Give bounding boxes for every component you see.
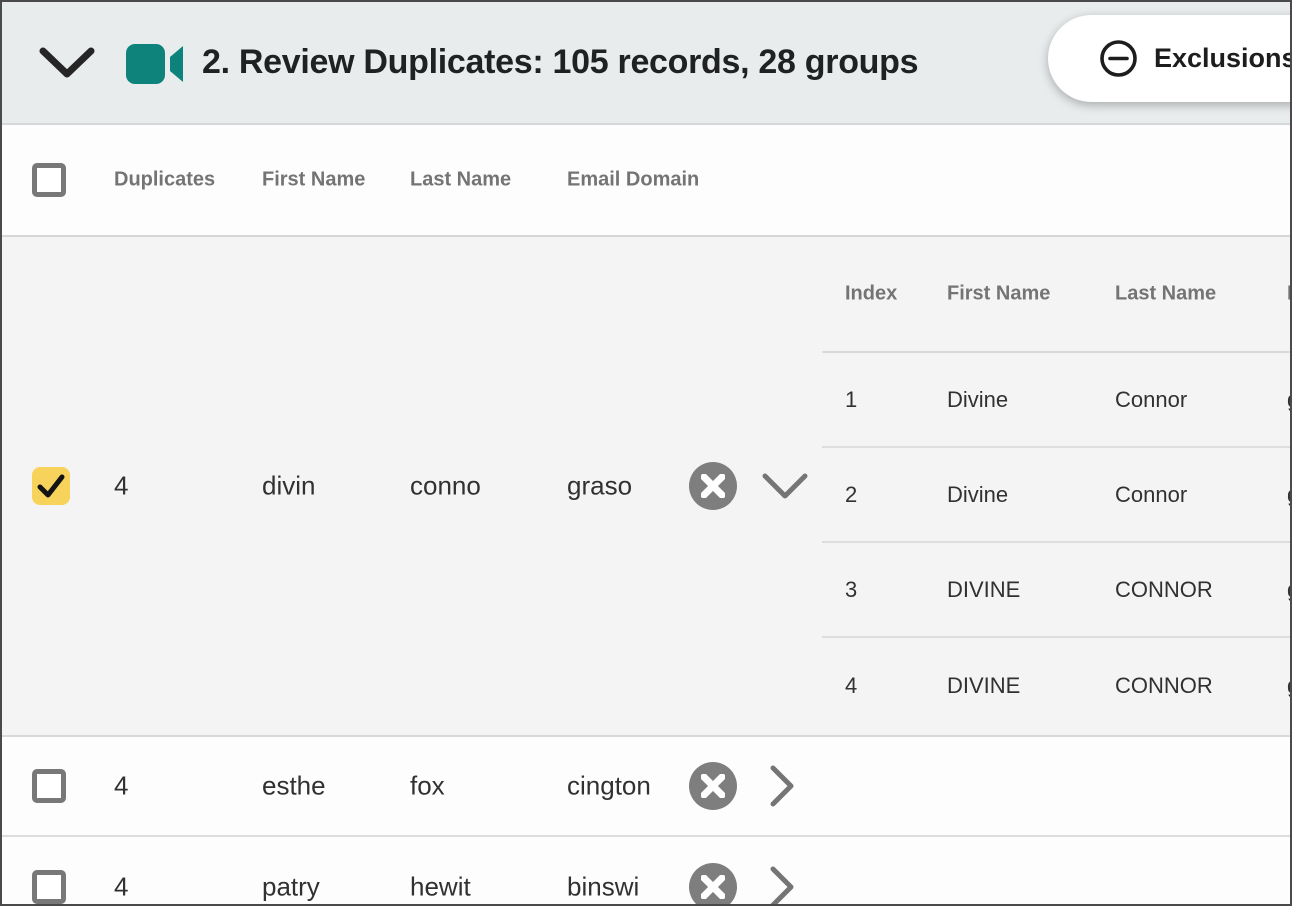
chevron-right-icon <box>770 866 796 906</box>
detail-first-name-cell: Divine <box>947 482 1008 508</box>
exclusions-label: Exclusions <box>1154 43 1292 74</box>
detail-column-last-name: Last Name <box>1115 283 1216 306</box>
collapse-section-button[interactable] <box>38 42 96 86</box>
column-header-duplicates: Duplicates <box>114 169 215 192</box>
videocam-icon <box>126 40 184 93</box>
row-checkbox[interactable] <box>32 769 66 803</box>
app-window: 2. Review Duplicates: 105 records, 28 gr… <box>0 0 1292 906</box>
duplicates-table-header: Duplicates First Name Last Name Email Do… <box>2 125 1290 237</box>
last-name-cell: fox <box>410 771 445 802</box>
detail-email-domain-cell: g <box>1287 577 1292 603</box>
detail-index-cell: 4 <box>845 673 857 699</box>
first-name-cell: divin <box>262 471 315 502</box>
row-checkbox[interactable] <box>32 870 66 904</box>
select-all-checkbox[interactable] <box>32 163 66 197</box>
email-domain-cell: cington <box>567 771 651 802</box>
detail-index-cell: 2 <box>845 482 857 508</box>
expand-row-button[interactable] <box>770 866 796 906</box>
page-title: 2. Review Duplicates: 105 records, 28 gr… <box>202 2 918 123</box>
row-checkbox-checked[interactable] <box>32 467 70 505</box>
detail-row: 1 Divine Connor g <box>822 353 1290 448</box>
detail-row: 3 DIVINE CONNOR g <box>822 543 1290 638</box>
duplicates-count-cell: 4 <box>114 872 128 903</box>
email-domain-cell: graso <box>567 471 632 502</box>
detail-index-cell: 1 <box>845 387 857 413</box>
detail-last-name-cell: CONNOR <box>1115 577 1213 603</box>
minus-circle-icon <box>1098 38 1139 79</box>
detail-first-name-cell: Divine <box>947 387 1008 413</box>
column-header-first-name: First Name <box>262 169 365 192</box>
exclusions-button[interactable]: Exclusions <box>1048 15 1292 102</box>
exclude-group-button[interactable] <box>689 462 737 510</box>
duplicates-count-cell: 4 <box>114 471 128 502</box>
exclude-group-button[interactable] <box>689 863 737 906</box>
exclude-group-button[interactable] <box>689 762 737 810</box>
column-header-last-name: Last Name <box>410 169 511 192</box>
detail-last-name-cell: CONNOR <box>1115 673 1213 699</box>
x-icon <box>701 875 725 899</box>
checkmark-icon <box>37 474 65 498</box>
email-domain-cell: binswi <box>567 872 639 903</box>
expand-row-button[interactable] <box>770 765 796 807</box>
first-name-cell: patry <box>262 872 320 903</box>
detail-email-domain-cell: g <box>1287 482 1292 508</box>
detail-row: 4 DIVINE CONNOR g <box>822 638 1290 733</box>
chevron-down-icon <box>762 473 808 499</box>
last-name-cell: hewit <box>410 872 471 903</box>
detail-column-email-domain: Email Domain <box>1287 283 1292 306</box>
duplicate-group-row[interactable]: 4 patry hewit binswi <box>2 837 1290 906</box>
detail-table-header: Index First Name Last Name Email Domain <box>822 237 1290 353</box>
detail-last-name-cell: Connor <box>1115 482 1187 508</box>
detail-first-name-cell: DIVINE <box>947 577 1020 603</box>
detail-last-name-cell: Connor <box>1115 387 1187 413</box>
detail-first-name-cell: DIVINE <box>947 673 1020 699</box>
x-icon <box>701 774 725 798</box>
detail-index-cell: 3 <box>845 577 857 603</box>
chevron-down-icon <box>38 68 96 83</box>
collapse-row-button[interactable] <box>762 473 808 499</box>
detail-email-domain-cell: g <box>1287 387 1292 413</box>
last-name-cell: conno <box>410 471 481 502</box>
detail-column-first-name: First Name <box>947 283 1050 306</box>
first-name-cell: esthe <box>262 771 326 802</box>
detail-column-index: Index <box>845 283 897 306</box>
x-icon <box>701 474 725 498</box>
duplicate-group-row-expanded[interactable]: 4 divin conno graso Index First Name <box>2 237 1290 737</box>
detail-email-domain-cell: g <box>1287 673 1292 699</box>
chevron-right-icon <box>770 765 796 807</box>
duplicates-count-cell: 4 <box>114 771 128 802</box>
detail-row: 2 Divine Connor g <box>822 448 1290 543</box>
group-detail-panel: Index First Name Last Name Email Domain … <box>822 237 1290 735</box>
column-header-email-domain: Email Domain <box>567 169 699 192</box>
duplicate-group-row[interactable]: 4 esthe fox cington <box>2 737 1290 837</box>
section-header: 2. Review Duplicates: 105 records, 28 gr… <box>2 2 1290 125</box>
